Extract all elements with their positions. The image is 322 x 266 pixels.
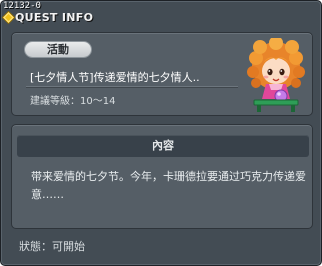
content-header: 內容: [17, 135, 309, 157]
divider: [26, 86, 238, 87]
quest-summary-panel: 活動 [七夕情人节]传递爱情的七夕情人.. 建議等級：10～14: [11, 32, 313, 116]
category-badge: 活動: [24, 41, 92, 58]
window-title: QUEST INFO: [15, 11, 94, 24]
npc-portrait-image: [247, 36, 305, 112]
quest-description: 带来爱情的七夕节。今年，卡珊德拉要通过巧克力传递爱意……: [31, 170, 306, 201]
quest-status: 狀態：可開始: [19, 240, 85, 253]
quest-info-window: 12132-0 QUEST INFO 活動 [七夕情人节]传递爱情的七夕情人..…: [0, 0, 322, 266]
title-bar[interactable]: QUEST INFO: [1, 10, 320, 28]
quest-content-panel: 內容 带来爱情的七夕节。今年，卡珊德拉要通过巧克力传递爱意……: [11, 124, 313, 229]
recommended-level: 建議等級：10～14: [30, 96, 116, 107]
quest-name: [七夕情人节]传递爱情的七夕情人..: [30, 71, 200, 84]
npc-portrait: [247, 36, 305, 112]
quest-diamond-icon: [1, 10, 16, 25]
